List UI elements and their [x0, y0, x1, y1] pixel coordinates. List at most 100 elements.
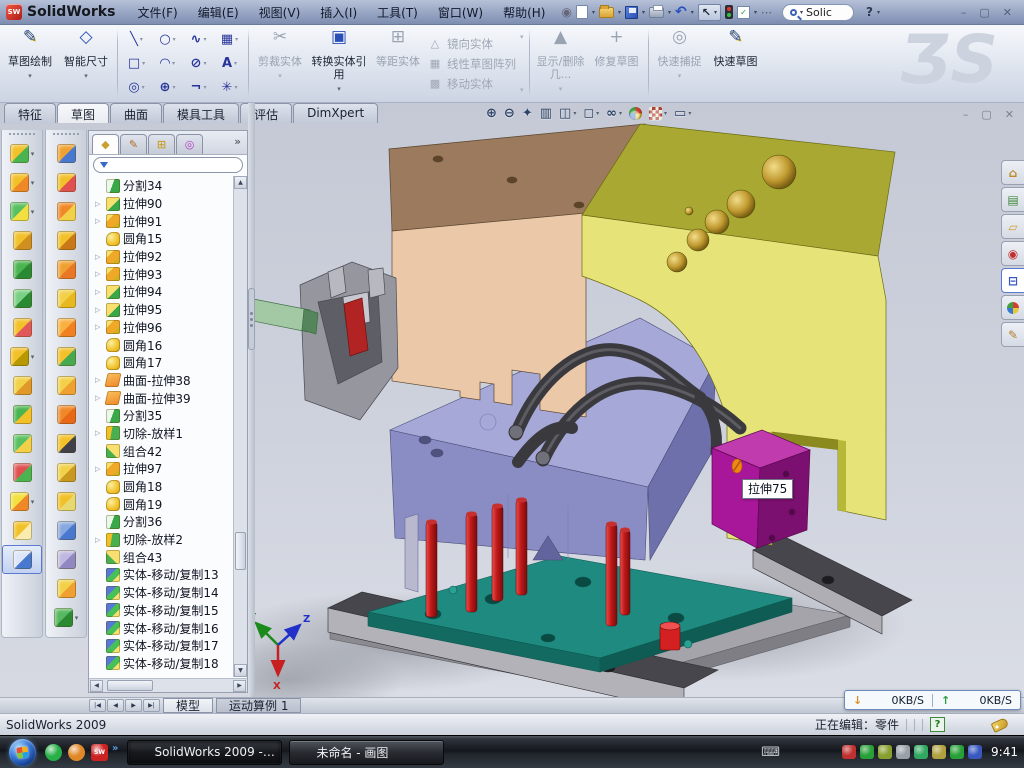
tree-filter-input[interactable]: [93, 157, 243, 173]
restore-button[interactable]: ▢: [979, 6, 989, 19]
doc-minimize-button[interactable]: –: [963, 108, 969, 121]
tray-icon[interactable]: [914, 745, 928, 759]
search-input[interactable]: Solic: [806, 6, 846, 19]
tab-nav-button[interactable]: ◀: [107, 699, 124, 712]
undo-icon[interactable]: ↶: [675, 4, 687, 20]
feature-tree-item[interactable]: 曲面-拉伸39: [92, 389, 247, 407]
tab-nav-button[interactable]: |◀: [89, 699, 106, 712]
help-icon[interactable]: ?: [866, 5, 873, 19]
toolbar-button[interactable]: [46, 197, 86, 226]
manager-tab[interactable]: ✎: [120, 134, 147, 154]
expand-arrow-icon[interactable]: [95, 306, 103, 314]
toolbar-button[interactable]: [46, 458, 86, 487]
sketch-entity-button[interactable]: ¬: [183, 76, 214, 100]
toolbar-button[interactable]: [2, 400, 42, 429]
feature-tree-item[interactable]: 实体-移动/复制16: [92, 619, 247, 637]
feature-tree-item[interactable]: 组合42: [92, 442, 247, 460]
toolbar-button[interactable]: [2, 371, 42, 400]
scroll-left-icon[interactable]: ◀: [90, 680, 103, 692]
sketch-entity-button[interactable]: ╲: [121, 28, 152, 52]
chevron-down-icon[interactable]: ▾: [642, 9, 645, 16]
feature-tree-item[interactable]: 实体-移动/复制15: [92, 602, 247, 620]
rapid-sketch-button[interactable]: ✎ 快速草图: [708, 27, 764, 100]
pattern-tools-chevrons[interactable]: ▾▾: [518, 27, 526, 100]
quick-launch-icon[interactable]: SW: [91, 744, 108, 761]
scroll-down-icon[interactable]: ▼: [234, 664, 247, 677]
expand-arrow-icon[interactable]: [95, 394, 103, 402]
expand-arrow-icon[interactable]: [95, 217, 103, 225]
toolbar-button[interactable]: [46, 371, 86, 400]
convert-entities-button[interactable]: ▣ 转换实体引用: [308, 27, 370, 100]
scroll-right-icon[interactable]: ▶: [233, 680, 246, 692]
toolbar-drag-handle[interactable]: [9, 133, 35, 136]
move-entities-button[interactable]: ▩ 移动实体: [428, 76, 516, 92]
chevron-down-icon[interactable]: ▾: [668, 9, 671, 16]
toolbar-button[interactable]: [2, 429, 42, 458]
feature-tree-item[interactable]: 切除-放样1: [92, 425, 247, 443]
expand-arrow-icon[interactable]: [95, 253, 103, 261]
chevron-down-icon[interactable]: [28, 68, 32, 76]
tray-icon[interactable]: [896, 745, 910, 759]
toolbar-button[interactable]: [46, 574, 86, 603]
print-icon[interactable]: [649, 7, 664, 18]
tree-vertical-scrollbar[interactable]: ▲ ▼: [233, 176, 247, 677]
tray-icon[interactable]: [842, 745, 856, 759]
pin-icon[interactable]: ◉: [561, 5, 571, 19]
chevron-down-icon[interactable]: ▾: [754, 9, 757, 16]
sketch-entity-button[interactable]: ⊘: [183, 52, 214, 76]
sketch-entity-button[interactable]: ✳: [214, 76, 245, 100]
quick-launch-more-icon[interactable]: »: [112, 743, 118, 754]
view-tool-button[interactable]: ∞: [604, 105, 624, 122]
feature-tree-item[interactable]: 曲面-拉伸38: [92, 372, 247, 390]
doc-restore-button[interactable]: ▢: [981, 108, 991, 121]
feature-tree-item[interactable]: 组合43: [92, 548, 247, 566]
view-tool-button[interactable]: ◫: [557, 105, 578, 122]
offset-entities-button[interactable]: ⊞ 等距实体: [370, 27, 426, 100]
feature-tree-item[interactable]: 拉伸95: [92, 301, 247, 319]
expand-arrow-icon[interactable]: [95, 536, 103, 544]
toolbar-button[interactable]: [46, 545, 86, 574]
feature-tree-item[interactable]: 拉伸90: [92, 195, 247, 213]
toolbar-button[interactable]: [46, 487, 86, 516]
toolbar-button[interactable]: [2, 313, 42, 342]
tray-icon[interactable]: [878, 745, 892, 759]
toolbar-button[interactable]: [46, 429, 86, 458]
toolbar-button[interactable]: [46, 342, 86, 371]
document-tab[interactable]: 运动算例 1: [216, 698, 301, 713]
command-tab[interactable]: 特征: [4, 103, 56, 123]
toolbar-button[interactable]: [2, 226, 42, 255]
view-tool-button[interactable]: ▭: [672, 105, 693, 122]
mirror-entities-button[interactable]: △ 镜向实体: [428, 36, 516, 52]
scroll-up-icon[interactable]: ▲: [234, 176, 247, 189]
sketch-entity-button[interactable]: ○: [152, 28, 183, 52]
expand-arrow-icon[interactable]: [95, 270, 103, 278]
traffic-light-icon[interactable]: [725, 5, 733, 19]
feature-tree-item[interactable]: 圆角15: [92, 230, 247, 248]
view-tool-button[interactable]: ◻: [581, 105, 601, 122]
command-tab[interactable]: 曲面: [110, 103, 162, 123]
taskbar-task-button[interactable]: SolidWorks 2009 - ...: [127, 740, 282, 765]
feature-tree-item[interactable]: 实体-移动/复制18: [92, 655, 247, 673]
display-delete-relations-button[interactable]: ▲ 显示/删除几...: [533, 27, 589, 100]
sketch-entity-button[interactable]: ▦: [214, 28, 245, 52]
feature-tree-item[interactable]: 实体-移动/复制14: [92, 584, 247, 602]
keyboard-layout-icon[interactable]: ⌨: [761, 745, 780, 760]
sketch-entity-button[interactable]: A: [214, 52, 245, 76]
smart-dimension-button[interactable]: ◇ 智能尺寸: [58, 27, 114, 100]
scrollbar-thumb[interactable]: [235, 532, 246, 570]
expand-arrow-icon[interactable]: [95, 288, 103, 296]
quick-snaps-button[interactable]: ◎ 快速捕捉: [652, 27, 708, 100]
task-pane-tab[interactable]: ⌂: [1001, 160, 1024, 185]
part-clamp-gray[interactable]: [300, 262, 398, 420]
close-button[interactable]: ✕: [1003, 6, 1012, 19]
menu-item[interactable]: 帮助(H): [493, 1, 555, 24]
toolbar-button[interactable]: [2, 458, 42, 487]
toolbar-button[interactable]: [46, 284, 86, 313]
toolbar-button[interactable]: [46, 139, 86, 168]
sketch-entity-button[interactable]: ∿: [183, 28, 214, 52]
viewport-canvas[interactable]: Y Z X: [248, 122, 1024, 697]
sketch-entity-button[interactable]: □: [121, 52, 152, 76]
feature-tree-item[interactable]: 拉伸92: [92, 248, 247, 266]
view-tool-button[interactable]: ▩: [647, 106, 669, 121]
repair-sketch-button[interactable]: + 修复草图: [589, 27, 645, 100]
